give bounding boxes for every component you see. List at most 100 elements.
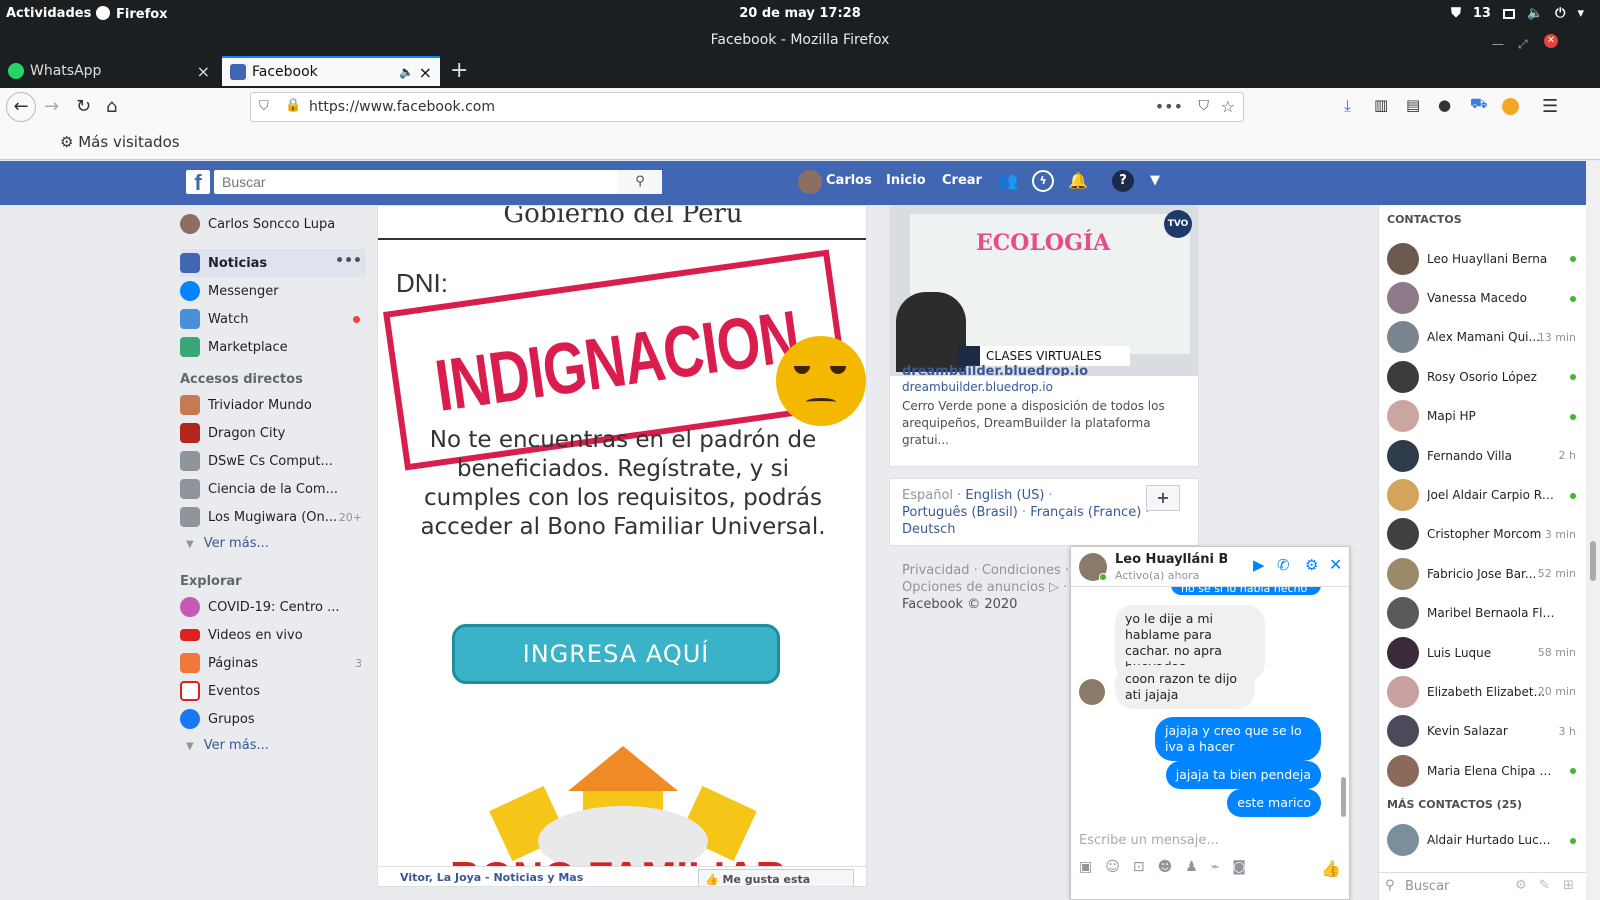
video-call-icon[interactable]: ▶: [1253, 556, 1265, 574]
contact-row[interactable]: Fernando Villa 2 h: [1379, 436, 1586, 475]
contact-row[interactable]: Vanessa Macedo: [1379, 278, 1586, 317]
explore-item[interactable]: Páginas 3: [180, 649, 366, 677]
maximize-icon[interactable]: ⤢: [1518, 32, 1528, 56]
attachment-icon[interactable]: ⌁: [1211, 859, 1219, 878]
url-bar[interactable]: ⛉ 🔒 https://www.facebook.com ••• ⛉ ☆: [250, 92, 1244, 122]
page-actions-icon[interactable]: •••: [1155, 97, 1183, 116]
help-icon[interactable]: ?: [1112, 170, 1134, 192]
contact-row[interactable]: Elizabeth Elizabet... 20 min: [1379, 672, 1586, 711]
forward-button[interactable]: →: [44, 96, 59, 117]
chat-header[interactable]: Leo Huaylláni B... Activo(a) ahora ▶ ✆ ⚙…: [1071, 547, 1349, 587]
facebook-search[interactable]: ⚲: [214, 170, 662, 194]
sidebar-item-messenger[interactable]: Messenger: [180, 277, 366, 305]
lang-link[interactable]: Deutsch: [902, 522, 956, 537]
gif-icon[interactable]: ⊡: [1133, 859, 1145, 878]
contacts-search-input[interactable]: Buscar: [1405, 879, 1449, 894]
account-icon[interactable]: ●: [1438, 96, 1451, 114]
clock[interactable]: 20 de may 17:28: [0, 6, 1600, 21]
like-page-button[interactable]: 👍 Me gusta esta página: [698, 869, 854, 886]
chat-contact-name[interactable]: Leo Huaylláni B...: [1115, 552, 1227, 567]
lock-icon[interactable]: 🔒: [285, 98, 301, 113]
ad-card[interactable]: ECOLOGÍA CLASES VIRTUALES TVO dreambuild…: [889, 205, 1199, 467]
scrollbar-thumb[interactable]: [1590, 541, 1596, 581]
contact-row[interactable]: Alex Mamani Qui... 13 min: [1379, 318, 1586, 357]
explore-item[interactable]: COVID-19: Centro ...: [180, 593, 366, 621]
see-more-shortcuts[interactable]: ▼ Ver más...: [180, 531, 366, 557]
downloads-icon[interactable]: ⤓: [1344, 96, 1351, 116]
camera-icon[interactable]: ◙: [1232, 859, 1246, 878]
search-icon[interactable]: ⚲: [618, 170, 662, 194]
photo-icon[interactable]: ▣: [1079, 859, 1092, 878]
ad-domain[interactable]: dreambuilder.bluedrop.io: [902, 380, 1053, 394]
lang-link[interactable]: Français (France): [1030, 505, 1141, 520]
close-tab-icon[interactable]: ×: [197, 62, 210, 81]
message-input[interactable]: Escribe un mensaje...: [1079, 833, 1219, 848]
sidebar-item-watch[interactable]: Watch: [180, 305, 366, 333]
shortcut-item[interactable]: Dragon City: [180, 419, 366, 447]
contact-row[interactable]: Joel Aldair Carpio Ra...: [1379, 475, 1586, 514]
notifications-icon[interactable]: 🔔: [1068, 171, 1088, 190]
home-link[interactable]: Inicio: [886, 173, 926, 188]
speaker-icon[interactable]: 🔈: [399, 65, 414, 79]
lang-link[interactable]: Português (Brasil): [902, 505, 1018, 520]
contact-row[interactable]: Luis Luque 58 min: [1379, 633, 1586, 672]
system-tray[interactable]: ⛊ 13 🔈 ⏻ ▾: [1451, 6, 1584, 21]
lang-link[interactable]: English (US): [965, 488, 1044, 503]
post-image[interactable]: Gobierno del Perú DNI: INDIGNACION No te…: [377, 205, 867, 887]
scrollbar[interactable]: [1586, 161, 1600, 900]
back-button[interactable]: ←: [6, 92, 36, 122]
translate-icon[interactable]: ⛟: [1470, 96, 1488, 114]
chat-scrollbar[interactable]: [1341, 777, 1346, 817]
phone-icon[interactable]: ✆: [1277, 556, 1290, 574]
group-chat-icon[interactable]: ⊞: [1563, 878, 1574, 893]
contacts-search-bar[interactable]: ⚲ Buscar ⚙ ✎ ⊞: [1379, 872, 1587, 900]
tab-whatsapp[interactable]: WhatsApp ×: [0, 56, 218, 86]
profile-link[interactable]: Carlos: [826, 173, 872, 188]
create-link[interactable]: Crear: [942, 173, 982, 188]
reload-button[interactable]: ↻: [76, 96, 91, 117]
star-icon[interactable]: ☆: [1221, 97, 1235, 116]
contact-row[interactable]: Fabricio Jose Bar... 52 min: [1379, 554, 1586, 593]
explore-item[interactable]: Videos en vivo: [180, 621, 366, 649]
sticker-icon[interactable]: ☺: [1105, 859, 1120, 878]
pocket-icon[interactable]: ⛉: [1199, 98, 1210, 114]
close-tab-icon[interactable]: ×: [419, 63, 432, 82]
contact-row[interactable]: Mapi HP: [1379, 397, 1586, 436]
home-button[interactable]: ⌂: [106, 96, 117, 117]
chevron-down-icon[interactable]: ▼: [1150, 173, 1160, 188]
bookmark-most-visited[interactable]: ⚙ Más visitados: [60, 133, 180, 151]
ad-video[interactable]: ECOLOGÍA CLASES VIRTUALES TVO: [890, 206, 1198, 376]
avatar[interactable]: [798, 170, 822, 194]
contact-row[interactable]: Rosy Osorio López: [1379, 357, 1586, 396]
more-options-icon[interactable]: •••: [335, 253, 362, 269]
friend-requests-icon[interactable]: 👥: [998, 171, 1018, 190]
gear-icon[interactable]: ⚙: [1305, 556, 1318, 574]
menu-icon[interactable]: ☰: [1542, 96, 1558, 117]
explore-item[interactable]: Grupos: [180, 705, 366, 733]
contact-row[interactable]: Cristopher Morcom 3 min: [1379, 515, 1586, 554]
thumbs-up-icon[interactable]: 👍: [1321, 859, 1341, 878]
contact-row[interactable]: Kevin Salazar 3 h: [1379, 712, 1586, 751]
shortcut-item[interactable]: Ciencia de la Com...: [180, 475, 366, 503]
tab-facebook[interactable]: Facebook 🔈 ×: [222, 56, 440, 86]
contact-row[interactable]: Maria Elena Chipa Ve...: [1379, 751, 1586, 790]
sidebar-item-news[interactable]: Noticias •••: [180, 249, 366, 277]
contact-row[interactable]: Maribel Bernaola Flores: [1379, 594, 1586, 633]
library-icon[interactable]: ▥: [1374, 96, 1388, 114]
extension-icon[interactable]: [1502, 98, 1519, 115]
ad-domain-cut[interactable]: dreambuilder.bluedrop.io: [902, 364, 1088, 376]
url-text[interactable]: https://www.facebook.com: [309, 99, 495, 115]
search-input[interactable]: [214, 170, 614, 194]
gear-icon[interactable]: ⚙: [1515, 878, 1527, 893]
emoji-icon[interactable]: ☻: [1158, 859, 1173, 878]
game-icon[interactable]: ♟: [1185, 859, 1198, 878]
close-icon[interactable]: ✕: [1329, 555, 1342, 574]
shortcut-item[interactable]: DSwE Cs Comput...: [180, 447, 366, 475]
profile-shortcut[interactable]: Carlos Soncco Lupa: [180, 205, 366, 243]
messenger-icon[interactable]: ϟ: [1032, 170, 1054, 192]
shortcut-item[interactable]: Los Mugiwara (On... 20+: [180, 503, 366, 531]
shortcut-item[interactable]: Triviador Mundo: [180, 391, 366, 419]
facebook-logo[interactable]: f: [186, 170, 210, 195]
contact-row[interactable]: Aldair Hurtado Lucana: [1379, 820, 1586, 859]
explore-item[interactable]: Eventos: [180, 677, 366, 705]
